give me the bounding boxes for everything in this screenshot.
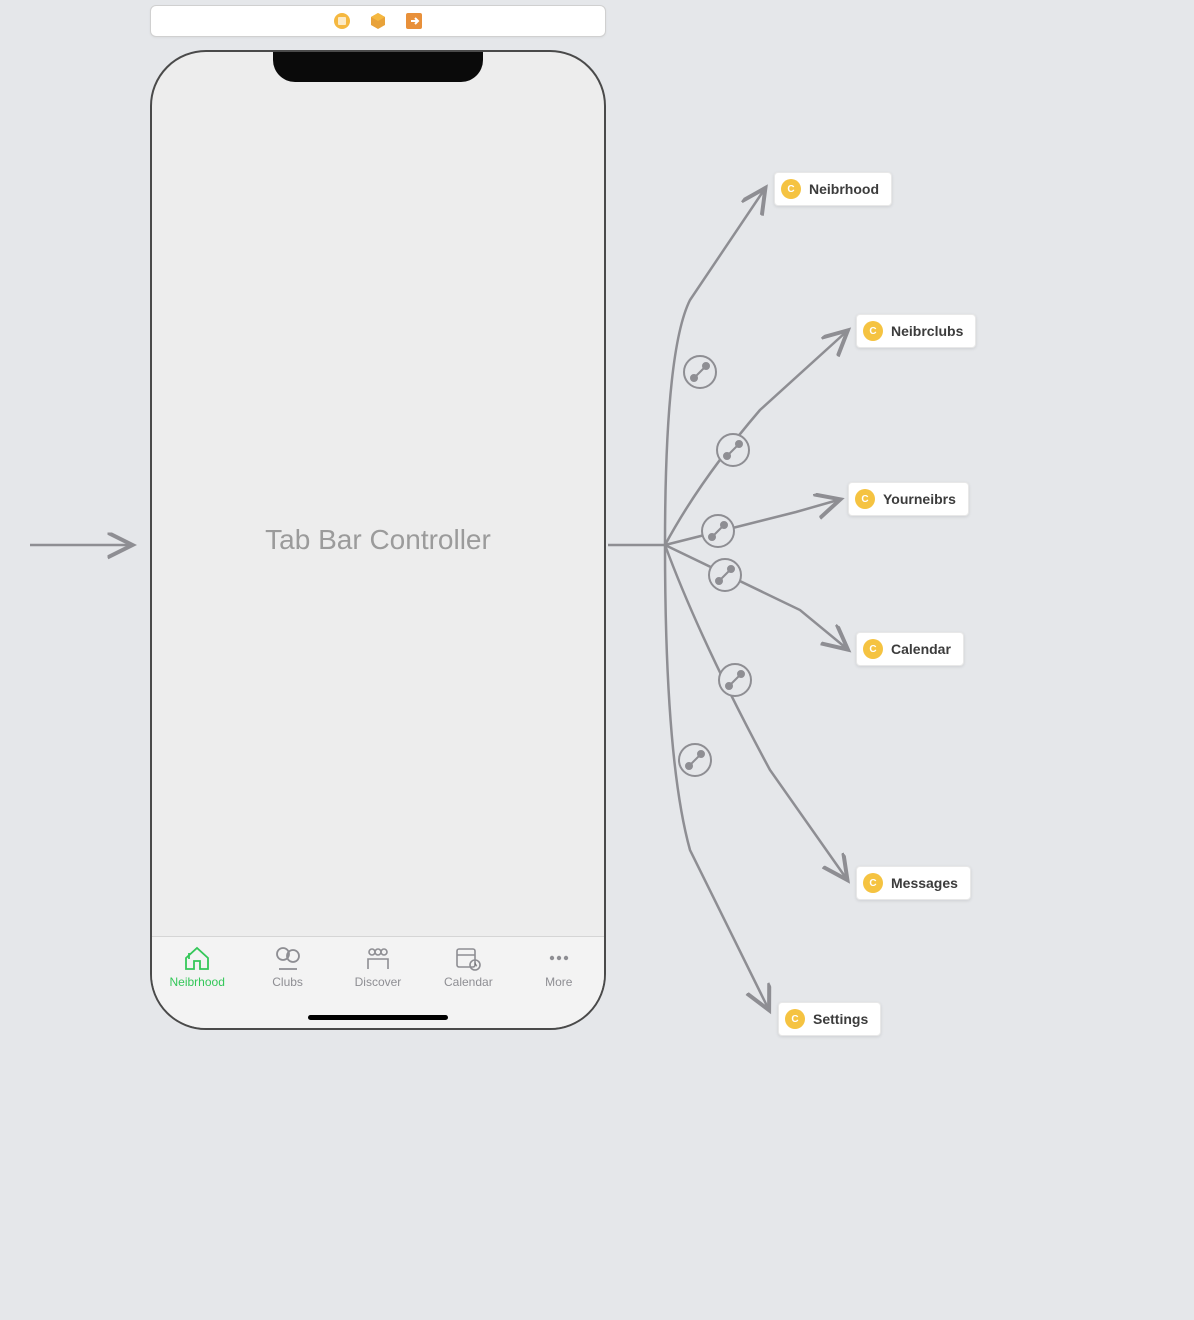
tab-label: Calendar	[444, 975, 493, 989]
scene-icon[interactable]	[333, 12, 351, 30]
controller-icon: C	[855, 489, 875, 509]
destination-neibrhood[interactable]: C Neibrhood	[774, 172, 892, 206]
tab-neibrhood[interactable]: Neibrhood	[157, 945, 237, 1028]
tab-more[interactable]: More	[519, 945, 599, 1028]
destination-settings[interactable]: C Settings	[778, 1002, 881, 1036]
controller-icon: C	[863, 873, 883, 893]
home-indicator	[308, 1015, 448, 1020]
tab-label: Clubs	[272, 975, 303, 989]
phone-notch	[273, 52, 483, 82]
destination-label: Settings	[813, 1011, 868, 1027]
exit-icon[interactable]	[405, 12, 423, 30]
calendar-icon	[453, 945, 483, 971]
more-icon	[544, 945, 574, 971]
controller-icon: C	[863, 639, 883, 659]
scene-toolbar[interactable]	[150, 5, 606, 37]
destination-messages[interactable]: C Messages	[856, 866, 971, 900]
destination-neibrclubs[interactable]: C Neibrclubs	[856, 314, 976, 348]
people-icon	[363, 945, 393, 971]
controller-title: Tab Bar Controller	[265, 524, 491, 556]
tab-label: More	[545, 975, 572, 989]
controller-icon: C	[781, 179, 801, 199]
destination-label: Neibrhood	[809, 181, 879, 197]
tab-label: Discover	[355, 975, 402, 989]
destination-yourneibrs[interactable]: C Yourneibrs	[848, 482, 969, 516]
controller-icon: C	[785, 1009, 805, 1029]
destination-label: Calendar	[891, 641, 951, 657]
house-icon	[182, 945, 212, 971]
destination-label: Neibrclubs	[891, 323, 963, 339]
first-responder-icon[interactable]	[369, 12, 387, 30]
destination-label: Yourneibrs	[883, 491, 956, 507]
destination-label: Messages	[891, 875, 958, 891]
destination-calendar[interactable]: C Calendar	[856, 632, 964, 666]
controller-icon: C	[863, 321, 883, 341]
clubs-icon	[273, 945, 303, 971]
tab-label: Neibrhood	[170, 975, 225, 989]
tab-bar-controller-scene[interactable]: Tab Bar Controller Neibrhood Clubs Disco…	[150, 50, 606, 1030]
